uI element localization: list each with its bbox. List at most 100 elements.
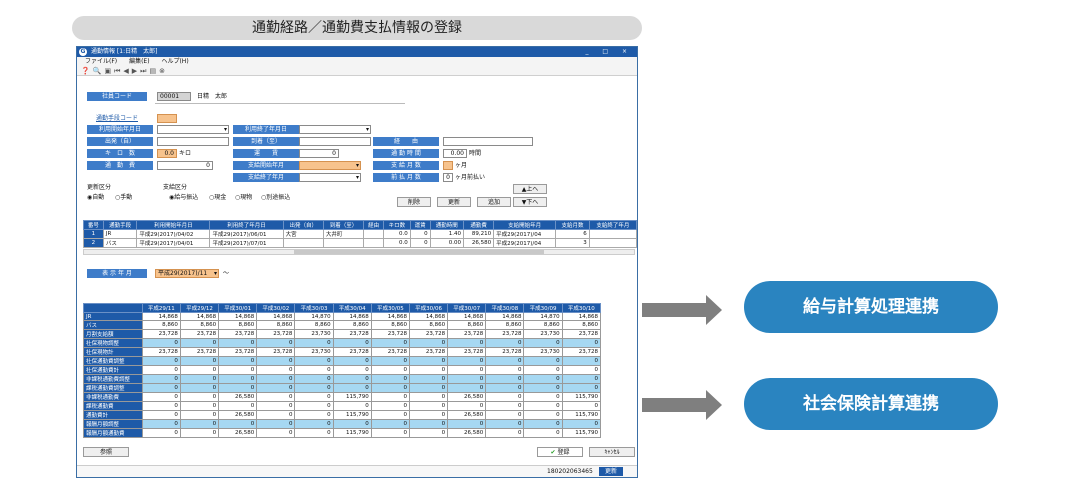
cell[interactable]: 0 [485,419,525,429]
cell[interactable]: 0 [332,383,372,393]
cell[interactable]: 0 [218,374,258,384]
cell[interactable]: 0 [179,419,220,429]
prev-record-icon[interactable]: ◀ [123,67,131,75]
cell[interactable]: 0 [294,419,334,429]
table-row[interactable]: 課税通勤費調整 0 0 0 0 0 0 0 0 0 0 0 0 [83,383,602,393]
cell[interactable]: 0 [294,374,334,384]
update-auto-radio[interactable]: ◉自動 [87,193,104,202]
print-icon[interactable]: ▤ [149,67,159,75]
cell[interactable]: 0 [256,383,296,393]
prepay-field[interactable]: 0 [443,173,453,182]
cell[interactable]: 0 [523,356,563,366]
cell[interactable]: 0 [485,356,525,366]
cell[interactable]: 0 [561,338,602,348]
cell[interactable]: 0 [485,374,525,384]
fare-field[interactable]: 0 [299,149,339,158]
pay-kbn-separate-radio[interactable]: ○別途振込 [261,193,290,202]
table-row[interactable]: 社保通勤費計 0 0 0 0 0 0 0 0 0 0 0 0 [83,365,602,375]
pay-kbn-salary-radio[interactable]: ◉給与振込 [169,193,198,202]
end-date-select[interactable] [299,125,371,134]
cell[interactable]: 0 [179,383,220,393]
cell[interactable]: 0 [370,374,410,384]
folder-icon[interactable]: ▣ [104,67,114,75]
cell[interactable]: 0 [332,374,372,384]
menu-edit[interactable]: 編集(E) [129,58,149,65]
cell[interactable]: 0 [256,419,296,429]
cell[interactable]: 0 [141,374,181,384]
cell[interactable]: 0 [408,374,449,384]
close-icon[interactable]: ⊗ [159,67,168,75]
cell[interactable]: 0 [256,356,296,366]
cell[interactable]: 0 [179,338,220,348]
cell[interactable]: 0 [447,374,487,384]
cell[interactable]: 0 [294,383,334,393]
cell[interactable]: 0 [370,383,410,393]
cell[interactable]: 0 [370,338,410,348]
table-row[interactable]: 1 JR 平成29(2017)/04/02 平成29(2017)/06/01 大… [83,229,637,239]
add-button[interactable]: 追加 [477,197,511,207]
next-record-icon[interactable]: ▶ [132,67,140,75]
move-down-button[interactable]: ▼下へ [513,197,547,207]
cell[interactable]: 0 [256,374,296,384]
cost-field[interactable]: 0 [157,161,213,170]
table-row[interactable]: バス 8,860 8,860 8,860 8,860 8,860 8,860 8,860 8,8… [83,320,602,330]
cell[interactable]: 0 [141,383,181,393]
departure-field[interactable] [157,137,229,146]
cell[interactable]: 0 [218,338,258,348]
menu-help[interactable]: ヘルプ(H) [161,58,188,65]
cell[interactable]: 0 [523,383,563,393]
cell[interactable]: 0 [447,338,487,348]
cell[interactable]: 0 [370,356,410,366]
start-date-select[interactable] [157,125,229,134]
register-button[interactable]: ✔ 登録 [537,447,583,457]
table-row[interactable]: 社保現物調整 0 0 0 0 0 0 0 0 0 0 0 0 [83,338,602,348]
km-field[interactable]: 0.0 [157,149,177,158]
pay-kbn-cash-radio[interactable]: ○現金 [209,193,226,202]
display-month-select[interactable]: 平成29(2017)/11 [155,269,219,278]
cell[interactable]: 0 [370,419,410,429]
table-row[interactable]: 社保通勤費調整 0 0 0 0 0 0 0 0 0 0 0 0 [83,356,602,366]
via-field[interactable] [443,137,533,146]
pay-kbn-goods-radio[interactable]: ○現物 [235,193,252,202]
cell[interactable]: 0 [485,338,525,348]
cell[interactable]: 0 [179,374,220,384]
update-manual-radio[interactable]: ○手動 [115,193,132,202]
pay-end-select[interactable] [299,173,361,182]
cell[interactable]: 0 [332,419,372,429]
table-row[interactable]: 課税通勤費 0 0 0 0 0 0 0 0 0 0 0 0 [83,401,602,411]
cell[interactable]: 0 [256,338,296,348]
cell[interactable]: 0 [141,419,181,429]
window-controls[interactable]: _ □ × [585,47,633,57]
cell[interactable]: 0 [523,374,563,384]
cell[interactable]: 0 [294,356,334,366]
cell[interactable]: 0 [523,419,563,429]
employee-code-field[interactable]: 00001 [157,92,191,101]
help-icon[interactable]: ❓ [81,67,93,75]
cell[interactable]: 0 [218,419,258,429]
cell[interactable]: 0 [332,356,372,366]
table-row[interactable]: 非課税通勤費 0 0 26,580 0 0 115,790 0 0 26,580 0 0 115,790 [83,392,602,402]
cell[interactable]: 0 [141,356,181,366]
commute-code-field[interactable] [157,114,177,123]
cell[interactable]: 0 [561,383,602,393]
table-row[interactable]: 社保現物計 23,728 23,728 23,728 23,728 23,730 23,72… [83,347,602,357]
move-up-button[interactable]: ▲上へ [513,184,547,194]
table-row[interactable]: 報酬月額通勤費 0 0 26,580 0 0 115,790 0 0 26,580 0 0 115,79… [83,428,602,438]
cell[interactable]: 0 [141,338,181,348]
cell[interactable]: 0 [179,356,220,366]
commute-code-link[interactable]: 通勤手段コード [87,114,147,123]
table-row[interactable]: 月割支給額 23,728 23,728 23,728 23,728 23,730 23,72… [83,329,602,339]
scrollbar-thumb[interactable] [294,250,544,254]
cell[interactable]: 0 [408,356,449,366]
menu-file[interactable]: ファイル(F) [85,58,117,65]
search-icon[interactable]: 🔍 [93,67,105,75]
table-row[interactable]: 非課税通勤費調整 0 0 0 0 0 0 0 0 0 0 0 0 [83,374,602,384]
cancel-button[interactable]: ｷｬﾝｾﾙ [589,447,635,457]
cell[interactable]: 0 [218,383,258,393]
table-row[interactable]: 通勤費計 0 0 26,580 0 0 115,790 0 0 26,580 0 0 115,790 [83,410,602,420]
table-row[interactable]: 報酬月額調整 0 0 0 0 0 0 0 0 0 0 0 0 [83,419,602,429]
delete-button[interactable]: 削除 [397,197,431,207]
pay-months-field[interactable] [443,161,453,170]
cell[interactable]: 0 [218,356,258,366]
cell[interactable]: 0 [408,338,449,348]
